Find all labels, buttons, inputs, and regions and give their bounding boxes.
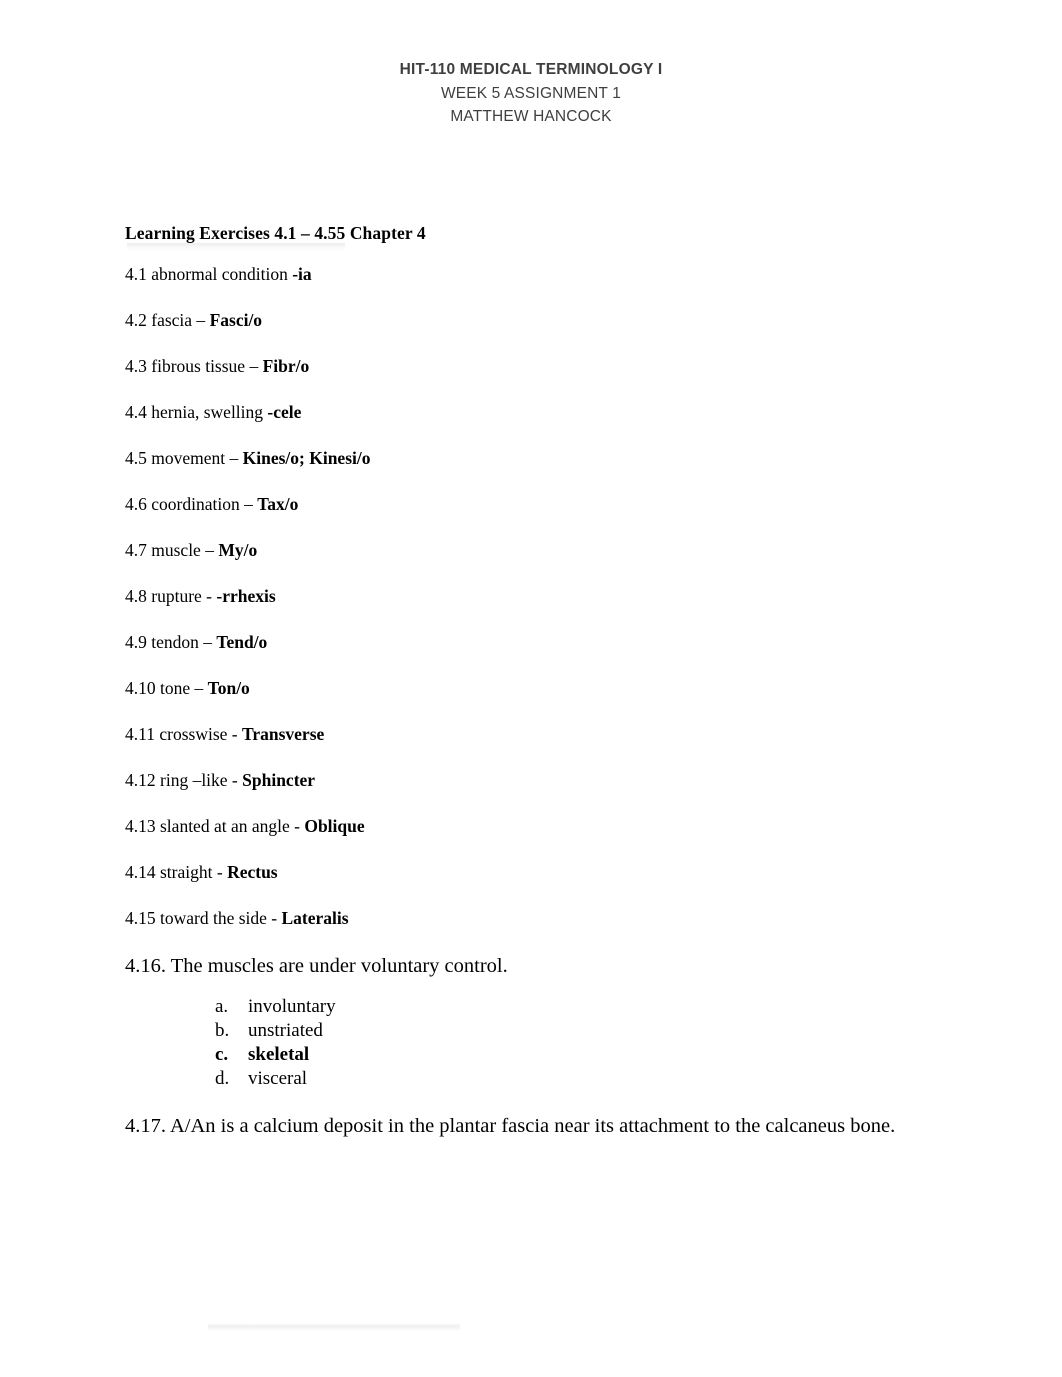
exercise-prompt: 4.6 coordination – bbox=[125, 494, 258, 514]
exercise-answer: Tend/o bbox=[216, 632, 268, 652]
exercise-item: 4.6 coordination – Tax/o bbox=[125, 493, 925, 515]
exercise-prompt: 4.3 fibrous tissue – bbox=[125, 356, 263, 376]
choice-label: involuntary bbox=[248, 996, 336, 1017]
exercise-answer: Fibr/o bbox=[262, 356, 310, 376]
question-4-17-text: 4.17. A/An is a calcium deposit in the p… bbox=[125, 1115, 896, 1137]
exercise-prompt: 4.12 ring –like - bbox=[125, 770, 243, 790]
header-assignment-title: WEEK 5 ASSIGNMENT 1 bbox=[440, 84, 621, 102]
exercise-answer: Tax/o bbox=[257, 494, 299, 514]
exercise-answer: -ia bbox=[292, 264, 312, 284]
header-author-name: MATTHEW HANCOCK bbox=[450, 108, 612, 125]
choice-marker: c. bbox=[215, 1044, 229, 1065]
document-header: HIT-110 MEDICAL TERMINOLOGY I WEEK 5 ASS… bbox=[0, 58, 1062, 129]
exercise-item: 4.13 slanted at an angle - Oblique bbox=[125, 815, 925, 837]
section-heading: Learning Exercises 4.1 – 4.55 Chapter 4 bbox=[125, 222, 925, 252]
choice-label: unstriated bbox=[248, 1020, 323, 1041]
exercise-item: 4.10 tone – Ton/o bbox=[125, 677, 925, 699]
exercise-item: 4.3 fibrous tissue – Fibr/o bbox=[125, 355, 925, 377]
exercise-answer: Ton/o bbox=[207, 678, 250, 698]
exercise-answer: My/o bbox=[218, 540, 258, 560]
document-body: Learning Exercises 4.1 – 4.55 Chapter 4 … bbox=[125, 222, 925, 1139]
exercise-answer: Fasci/o bbox=[209, 310, 263, 330]
question-4-16-choices: a. involuntary b. unstriated c. skeletal d. vis… bbox=[125, 995, 925, 1091]
choice-marker: b. bbox=[215, 1020, 230, 1041]
exercise-list: 4.1 abnormal condition -ia 4.2 fascia – F… bbox=[125, 263, 925, 929]
exercise-item: 4.4 hernia, swelling -cele bbox=[125, 401, 925, 423]
exercise-prompt: 4.4 hernia, swelling bbox=[125, 402, 268, 422]
exercise-answer: -cele bbox=[267, 402, 302, 422]
exercise-item: 4.11 crosswise - Transverse bbox=[125, 723, 925, 745]
exercise-item: 4.14 straight - Rectus bbox=[125, 861, 925, 883]
exercise-answer: Oblique bbox=[304, 816, 365, 836]
exercise-item: 4.7 muscle – My/o bbox=[125, 539, 925, 561]
exercise-item: 4.2 fascia – Fasci/o bbox=[125, 309, 925, 331]
choice-item[interactable]: d. visceral bbox=[215, 1067, 925, 1091]
exercise-item: 4.5 movement – Kines/o; Kinesi/o bbox=[125, 447, 925, 469]
exercise-item: 4.15 toward the side - Lateralis bbox=[125, 907, 925, 929]
exercise-answer: Lateralis bbox=[281, 908, 349, 928]
exercise-answer: Rectus bbox=[227, 862, 278, 882]
choice-item-selected[interactable]: c. skeletal bbox=[215, 1043, 925, 1067]
exercise-prompt: 4.10 tone – bbox=[125, 678, 208, 698]
exercise-prompt: 4.9 tendon – bbox=[125, 632, 217, 652]
exercise-prompt: 4.8 rupture - bbox=[125, 586, 217, 606]
exercise-prompt: 4.15 toward the side - bbox=[125, 908, 282, 928]
exercise-answer: -rrhexis bbox=[216, 586, 276, 606]
choice-item[interactable]: b. unstriated bbox=[215, 1019, 925, 1043]
question-4-16-text: 4.16. The muscles are under voluntary co… bbox=[125, 955, 508, 977]
exercise-prompt: 4.13 slanted at an angle - bbox=[125, 816, 305, 836]
exercise-item: 4.12 ring –like - Sphincter bbox=[125, 769, 925, 791]
exercise-prompt: 4.5 movement – bbox=[125, 448, 243, 468]
choice-label: skeletal bbox=[248, 1044, 310, 1065]
choice-item[interactable]: a. involuntary bbox=[215, 995, 925, 1019]
header-course-title: HIT-110 MEDICAL TERMINOLOGY I bbox=[399, 61, 663, 78]
exercise-answer: Sphincter bbox=[242, 770, 316, 790]
exercise-prompt: 4.14 straight - bbox=[125, 862, 228, 882]
exercise-answer: Kines/o; Kinesi/o bbox=[242, 448, 371, 468]
exercise-prompt: 4.11 crosswise - bbox=[125, 724, 242, 744]
exercise-item: 4.9 tendon – Tend/o bbox=[125, 631, 925, 653]
exercise-answer: Transverse bbox=[241, 724, 325, 744]
exercise-item: 4.1 abnormal condition -ia bbox=[125, 263, 925, 285]
exercise-prompt: 4.2 fascia – bbox=[125, 310, 210, 330]
exercise-prompt: 4.7 muscle – bbox=[125, 540, 219, 560]
choice-label: visceral bbox=[248, 1068, 308, 1089]
exercise-item: 4.8 rupture - -rrhexis bbox=[125, 585, 925, 607]
exercise-prompt: 4.1 abnormal condition bbox=[125, 264, 293, 284]
page-scan-smudge bbox=[208, 1323, 460, 1331]
choice-marker: d. bbox=[215, 1068, 230, 1089]
choice-marker: a. bbox=[215, 996, 229, 1017]
